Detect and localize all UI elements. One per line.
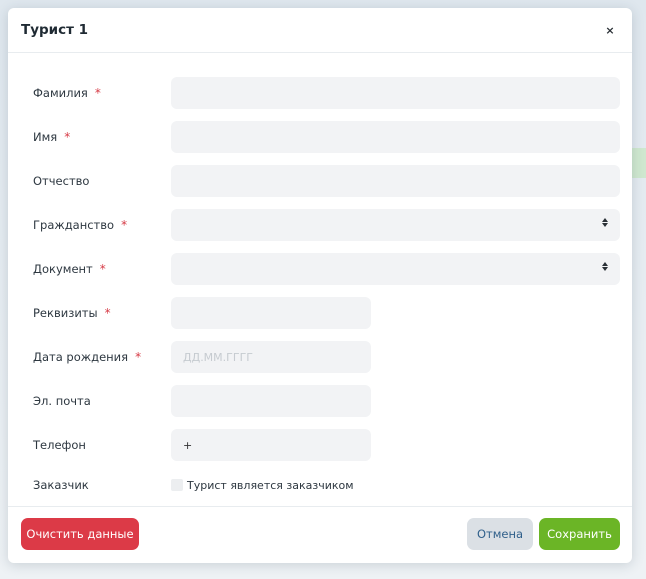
cancel-button[interactable]: Отмена bbox=[467, 518, 533, 550]
required-mark: * bbox=[99, 262, 106, 276]
requisites-input[interactable] bbox=[171, 297, 371, 329]
customer-checkbox[interactable] bbox=[171, 479, 183, 491]
label-surname: Фамилия * bbox=[33, 86, 101, 100]
label-phone: Телефон bbox=[33, 438, 86, 452]
document-select[interactable] bbox=[171, 253, 620, 285]
label-requisites: Реквизиты * bbox=[33, 306, 111, 320]
label-email: Эл. почта bbox=[33, 394, 91, 408]
modal-header: Турист 1 × bbox=[8, 8, 632, 53]
customer-checkbox-label: Турист является заказчиком bbox=[187, 478, 354, 492]
customer-checkbox-wrap[interactable]: Турист является заказчиком bbox=[171, 469, 354, 501]
email-input[interactable] bbox=[171, 385, 371, 417]
row-customer: Заказчик Турист является заказчиком bbox=[8, 469, 632, 501]
modal-title: Турист 1 bbox=[21, 22, 89, 38]
label-patronymic: Отчество bbox=[33, 174, 90, 188]
phone-input[interactable]: + bbox=[171, 429, 371, 461]
row-document: Документ * bbox=[8, 253, 632, 285]
label-citizenship: Гражданство * bbox=[33, 218, 128, 232]
modal-body: Фамилия * Имя * Отчество Гражданство * Д… bbox=[8, 53, 632, 505]
row-birthdate: Дата рождения * ДД.ММ.ГГГГ bbox=[8, 341, 632, 373]
select-arrows-icon bbox=[602, 218, 608, 227]
name-input[interactable] bbox=[171, 121, 620, 153]
backdrop-accent bbox=[632, 148, 646, 178]
citizenship-select[interactable] bbox=[171, 209, 620, 241]
required-mark: * bbox=[135, 350, 142, 364]
clear-data-button[interactable]: Очистить данные bbox=[21, 518, 139, 550]
required-mark: * bbox=[94, 86, 101, 100]
birthdate-input[interactable]: ДД.ММ.ГГГГ bbox=[171, 341, 371, 373]
required-mark: * bbox=[104, 306, 111, 320]
row-name: Имя * bbox=[8, 121, 632, 153]
select-arrows-icon bbox=[602, 262, 608, 271]
row-requisites: Реквизиты * bbox=[8, 297, 632, 329]
label-document: Документ * bbox=[33, 262, 106, 276]
row-patronymic: Отчество bbox=[8, 165, 632, 197]
tourist-modal: Турист 1 × Фамилия * Имя * Отчество Гражда… bbox=[8, 8, 632, 563]
surname-input[interactable] bbox=[171, 77, 620, 109]
row-citizenship: Гражданство * bbox=[8, 209, 632, 241]
close-icon[interactable]: × bbox=[602, 22, 618, 38]
patronymic-input[interactable] bbox=[171, 165, 620, 197]
modal-footer: Очистить данные Отмена Сохранить bbox=[8, 506, 632, 563]
label-name: Имя * bbox=[33, 130, 71, 144]
row-phone: Телефон + bbox=[8, 429, 632, 461]
save-button[interactable]: Сохранить bbox=[539, 518, 620, 550]
row-email: Эл. почта bbox=[8, 385, 632, 417]
required-mark: * bbox=[121, 218, 128, 232]
label-customer: Заказчик bbox=[33, 478, 89, 492]
birthdate-placeholder: ДД.ММ.ГГГГ bbox=[183, 350, 253, 364]
row-surname: Фамилия * bbox=[8, 77, 632, 109]
label-birthdate: Дата рождения * bbox=[33, 350, 142, 364]
required-mark: * bbox=[64, 130, 71, 144]
